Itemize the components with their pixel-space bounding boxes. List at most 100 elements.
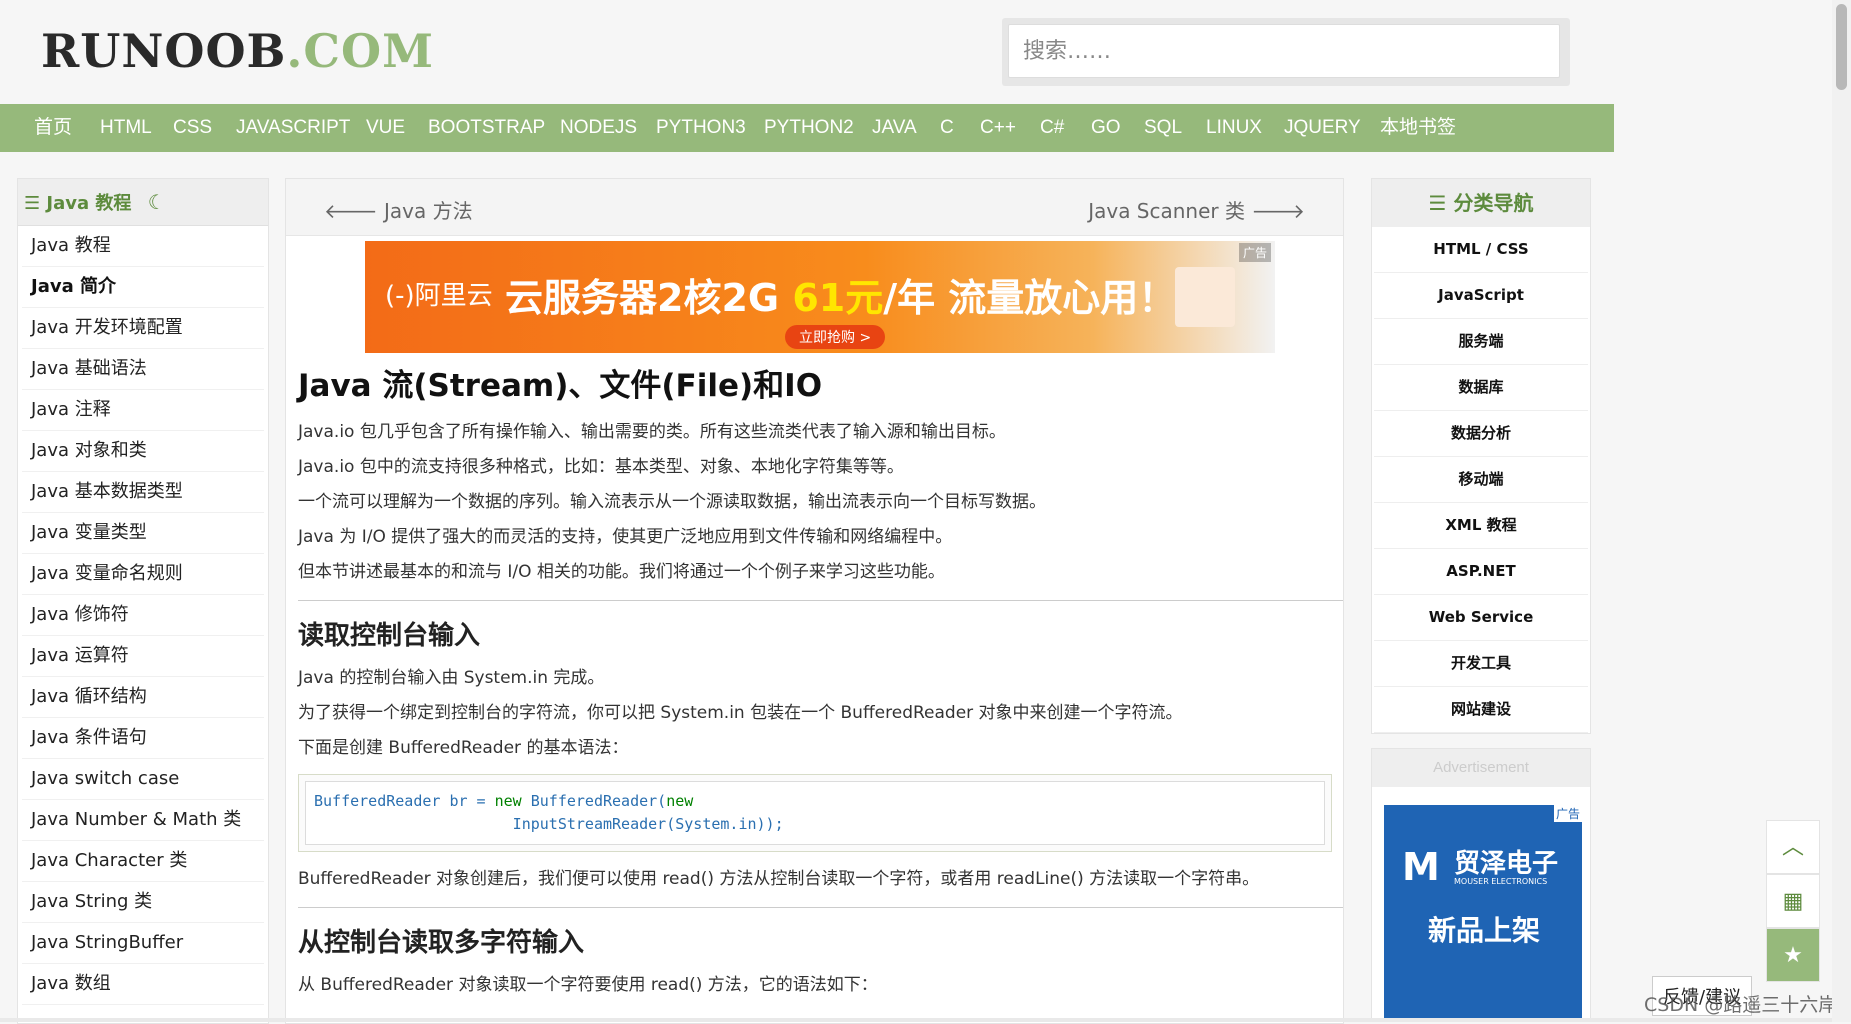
category-list: HTML / CSS JavaScript 服务端 数据库 数据分析 移动端 X…	[1372, 227, 1590, 733]
sidebar-item[interactable]: Java 修饰符	[22, 595, 264, 636]
code-keyword: new	[494, 792, 522, 810]
category-item[interactable]: ASP.NET	[1374, 549, 1588, 595]
mouser-sub: MOUSER ELECTRONICS	[1454, 877, 1548, 886]
left-sidebar: ☰ Java 教程 ☾ Java 教程 Java 简介 Java 开发环境配置 …	[17, 178, 269, 1024]
sidebar-item[interactable]: Java 开发环境配置	[22, 308, 264, 349]
qrcode-icon[interactable]: ▦	[1766, 874, 1820, 928]
next-link[interactable]: Java Scanner 类 🡒	[1088, 195, 1305, 224]
code-token: BufferedReader(	[521, 792, 667, 810]
ad-button[interactable]: 立即抢购 >	[785, 325, 886, 349]
section-paragraph: 下面是创建 BufferedReader 的基本语法：	[298, 738, 629, 758]
sidebar-item[interactable]: Java 循环结构	[22, 677, 264, 718]
section-paragraph: 从 BufferedReader 对象读取一个字符要使用 read() 方法，它…	[298, 975, 878, 995]
sidebar-item[interactable]: Java 运算符	[22, 636, 264, 677]
sidebar-item[interactable]: Java switch case	[22, 759, 264, 800]
nav-item-c[interactable]: C	[940, 104, 954, 152]
nav-item-css[interactable]: CSS	[173, 104, 212, 152]
nav-item-linux[interactable]: LINUX	[1206, 104, 1262, 152]
list-icon: ☰	[24, 193, 41, 214]
sidebar-item[interactable]: Java Character 类	[22, 841, 264, 882]
nav-item-csharp[interactable]: C#	[1040, 104, 1064, 152]
section-heading: 读取控制台输入	[298, 621, 481, 651]
category-item[interactable]: 移动端	[1374, 457, 1588, 503]
intro-paragraph: Java.io 包中的流支持很多种格式，比如：基本类型、对象、本地化字符集等等。	[298, 457, 904, 477]
sidebar-item[interactable]: Java 注释	[22, 390, 264, 431]
code-token: BufferedReader br =	[314, 792, 495, 810]
nav-item-bootstrap[interactable]: BOOTSTRAP	[428, 104, 545, 152]
code-token: InputStreamReader(System.in));	[314, 815, 784, 833]
advertisement-label: Advertisement	[1372, 749, 1590, 787]
sidebar-item[interactable]: Java 基础语法	[22, 349, 264, 390]
nav-item-javascript[interactable]: JAVASCRIPT	[236, 104, 350, 152]
ad-headline: 云服务器2核2G 61元/年 流量放心用！	[505, 267, 1176, 322]
article: Java 流(Stream)、文件(File)和IO Java.io 包几乎包含…	[298, 357, 1343, 1003]
category-item[interactable]: 开发工具	[1374, 641, 1588, 687]
arrow-right-icon: 🡒	[1245, 199, 1305, 223]
category-item[interactable]: 数据分析	[1374, 411, 1588, 457]
next-label: Java Scanner 类	[1088, 199, 1245, 223]
star-icon[interactable]: ★	[1766, 928, 1820, 982]
sidebar-item[interactable]: Java String 类	[22, 882, 264, 923]
sidebar-item[interactable]: Java 教程	[22, 226, 264, 267]
sidebar-item[interactable]: Java 变量类型	[22, 513, 264, 554]
sidebar-item[interactable]: Java 变量命名规则	[22, 554, 264, 595]
main-content: 🡐 Java 方法 Java Scanner 类 🡒 (-)阿里云 云服务器2核…	[285, 178, 1344, 1024]
divider	[298, 907, 1343, 908]
ad-brand: (-)阿里云	[385, 281, 493, 311]
section-paragraph: Java 的控制台输入由 System.in 完成。	[298, 668, 605, 688]
bottom-edge	[0, 1018, 1832, 1022]
nav-item-jquery[interactable]: JQUERY	[1284, 104, 1361, 152]
nav-item-vue[interactable]: VUE	[366, 104, 405, 152]
sidebar-item[interactable]: Java 数组	[22, 964, 264, 1005]
nav-item-cpp[interactable]: C++	[980, 104, 1016, 152]
code-keyword: new	[666, 792, 694, 810]
sidebar-title-text: Java 教程	[46, 193, 132, 214]
top-nav: 首页 HTML CSS JAVASCRIPT VUE BOOTSTRAP NOD…	[0, 104, 1614, 152]
nav-item-bookmarks[interactable]: 本地书签	[1380, 104, 1456, 152]
sidebar-item-active[interactable]: Java 简介	[22, 267, 264, 308]
nav-item-python3[interactable]: PYTHON3	[656, 104, 746, 152]
category-item[interactable]: 网站建设	[1374, 687, 1588, 733]
mouser-ad[interactable]: M 贸泽电子 MOUSER ELECTRONICS 新品上架 广告	[1384, 805, 1582, 1019]
nav-item-sql[interactable]: SQL	[1144, 104, 1182, 152]
category-item[interactable]: Web Service	[1374, 595, 1588, 641]
mouser-headline: 新品上架	[1428, 914, 1541, 947]
sidebar-item[interactable]: Java 条件语句	[22, 718, 264, 759]
intro-paragraph: Java.io 包几乎包含了所有操作输入、输出需要的类。所有这些流类代表了输入源…	[298, 422, 1006, 442]
sidebar-item[interactable]: Java Number & Math 类	[22, 800, 264, 841]
logo-dot: .COM	[286, 24, 435, 78]
ad-banner[interactable]: (-)阿里云 云服务器2核2G 61元/年 流量放心用！ 立即抢购 > 广告	[365, 241, 1275, 353]
mouser-logo: M	[1402, 845, 1440, 889]
nav-item-python2[interactable]: PYTHON2	[764, 104, 854, 152]
sidebar-item[interactable]: Java 对象和类	[22, 431, 264, 472]
scrollbar-thumb[interactable]	[1836, 4, 1847, 90]
intro-paragraph: 但本节讲述最基本的和流与 I/O 相关的功能。我们将通过一个个例子来学习这些功能…	[298, 562, 945, 582]
nav-item-java[interactable]: JAVA	[872, 104, 917, 152]
site-logo[interactable]: RUNOOB.COM	[41, 24, 434, 78]
code-content[interactable]: BufferedReader br = new BufferedReader(n…	[305, 781, 1325, 845]
moon-icon[interactable]: ☾	[148, 190, 166, 214]
scroll-top-icon[interactable]: ︿	[1766, 820, 1820, 874]
prev-link[interactable]: 🡐 Java 方法	[324, 195, 473, 224]
ad-tag[interactable]: 广告	[1553, 805, 1582, 822]
ad-server-illustration	[1175, 267, 1235, 327]
category-title: ☰ 分类导航	[1372, 179, 1590, 227]
category-item[interactable]: JavaScript	[1374, 273, 1588, 319]
category-nav: ☰ 分类导航 HTML / CSS JavaScript 服务端 数据库 数据分…	[1371, 178, 1591, 734]
nav-item-go[interactable]: GO	[1091, 104, 1121, 152]
nav-item-nodejs[interactable]: NODEJS	[560, 104, 637, 152]
nav-item-home[interactable]: 首页	[34, 104, 72, 152]
category-item[interactable]: 数据库	[1374, 365, 1588, 411]
floating-tools: ︿ ▦ ★	[1766, 820, 1820, 982]
ad-price: 61元	[792, 276, 884, 320]
category-item[interactable]: HTML / CSS	[1374, 227, 1588, 273]
sidebar-item[interactable]: Java StringBuffer	[22, 923, 264, 964]
nav-item-html[interactable]: HTML	[100, 104, 152, 152]
search-input[interactable]: 搜索……	[1008, 24, 1560, 78]
ad-tag[interactable]: 广告	[1238, 243, 1271, 262]
category-item[interactable]: XML 教程	[1374, 503, 1588, 549]
scrollbar[interactable]	[1832, 0, 1851, 1022]
category-item[interactable]: 服务端	[1374, 319, 1588, 365]
sidebar-item[interactable]: Java 基本数据类型	[22, 472, 264, 513]
sidebar-title: ☰ Java 教程 ☾	[18, 179, 268, 226]
